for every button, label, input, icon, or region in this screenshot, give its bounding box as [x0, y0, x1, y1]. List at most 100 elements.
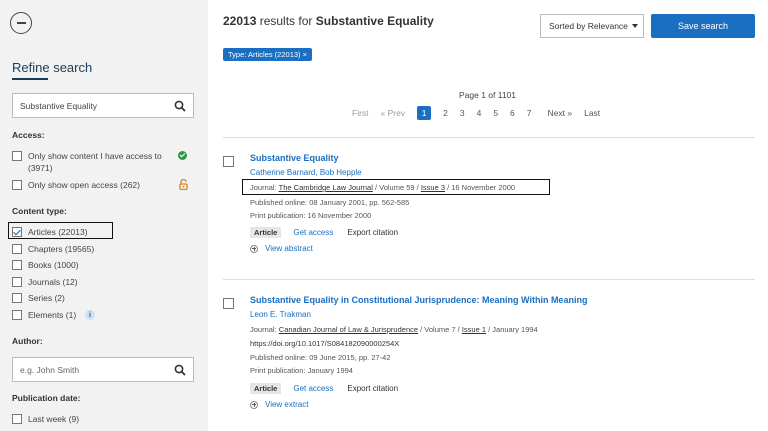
type-badge: Article: [250, 383, 282, 394]
date-text: / January 1994: [486, 325, 538, 334]
result-actions: Article Get access Export citation: [250, 383, 398, 394]
page-indicator: Page 1 of 1101: [458, 90, 517, 100]
chevron-down-icon: [632, 24, 638, 28]
active-filter-tag[interactable]: Type: Articles (22013) ×: [223, 48, 312, 61]
filter-label: Elements (1): [28, 310, 77, 320]
journal-prefix: Journal:: [250, 325, 279, 334]
refine-search-title: Refine search: [12, 60, 93, 75]
filter-label: Chapters (19565): [28, 244, 95, 254]
filter-label: Only show content I have access to (3971): [28, 150, 162, 174]
results-count: 22013: [223, 14, 257, 28]
page-link[interactable]: 6: [510, 108, 515, 118]
filter-label: Only show open access (262): [28, 180, 140, 190]
checkbox[interactable]: [12, 310, 22, 320]
pagination: First « Prev 1 2 3 4 5 6 7 Next » Last: [352, 106, 612, 120]
result-checkbox[interactable]: [223, 298, 234, 309]
filter-series[interactable]: Series (2): [12, 292, 65, 304]
filter-journals[interactable]: Journals (12): [12, 276, 78, 288]
filter-label: Articles (22013): [28, 227, 88, 237]
print-publication: Print publication: 16 November 2000: [250, 211, 372, 220]
checkbox[interactable]: [12, 277, 22, 287]
export-citation-link[interactable]: Export citation: [347, 228, 398, 237]
results-for-text: results for: [256, 14, 316, 28]
filter-label: Last week (9): [28, 414, 80, 424]
first-page-link[interactable]: First: [352, 108, 369, 118]
info-icon[interactable]: i: [85, 310, 95, 320]
plus-circle-icon: [250, 244, 258, 253]
result-authors[interactable]: Catherine Barnard, Bob Hepple: [250, 168, 362, 177]
results-query: Substantive Equality: [315, 14, 434, 28]
filter-last-week[interactable]: Last week (9): [12, 413, 79, 425]
filter-books[interactable]: Books (1000): [12, 259, 79, 271]
page-link[interactable]: 7: [527, 108, 532, 118]
checkbox[interactable]: [12, 180, 22, 190]
result-journal-line: Journal: Canadian Journal of Law & Juris…: [250, 325, 538, 334]
result-authors[interactable]: Leon E. Trakman: [250, 310, 311, 319]
results-heading: 22013 results for Substantive Equality: [223, 14, 434, 28]
page-link[interactable]: 3: [460, 108, 465, 118]
page-link[interactable]: 5: [493, 108, 498, 118]
sort-value: Sorted by Relevance: [549, 21, 628, 31]
export-citation-link[interactable]: Export citation: [347, 384, 398, 393]
filter-open-access[interactable]: Only show open access (262): [12, 179, 140, 191]
filter-label-line1: Only show content I have access to: [28, 151, 162, 161]
checkbox[interactable]: [12, 293, 22, 303]
checkbox[interactable]: [12, 151, 22, 161]
author-placeholder: e.g. John Smith: [20, 364, 80, 375]
publication-date-label: Publication date:: [12, 393, 81, 403]
filter-elements[interactable]: Elements (1): [12, 309, 76, 321]
open-access-lock-icon: [179, 179, 188, 190]
volume-text: / Volume 7 /: [418, 325, 462, 334]
published-online: Published online: 09 June 2015, pp. 27-4…: [250, 353, 391, 362]
content-type-label: Content type:: [12, 206, 67, 216]
result-actions: Article Get access Export citation: [250, 227, 398, 238]
get-access-link[interactable]: Get access: [293, 228, 333, 237]
author-input[interactable]: e.g. John Smith: [12, 357, 194, 382]
result-title-link[interactable]: Substantive Equality in Constitutional J…: [250, 295, 587, 305]
published-online: Published online: 08 January 2001, pp. 5…: [250, 198, 410, 207]
refine-search-value: Substantive Equality: [20, 100, 98, 111]
filter-articles[interactable]: Articles (22013): [12, 226, 88, 238]
print-publication: Print publication: January 1994: [250, 366, 353, 375]
result-title-link[interactable]: Substantive Equality: [250, 153, 339, 163]
collapse-sidebar-icon[interactable]: [10, 12, 32, 34]
result-checkbox[interactable]: [223, 156, 234, 167]
expand-label: View abstract: [265, 244, 313, 253]
sort-select[interactable]: Sorted by Relevance: [540, 14, 644, 38]
filter-label: Journals (12): [28, 277, 78, 287]
search-icon[interactable]: [174, 100, 186, 112]
view-extract-toggle[interactable]: View extract: [250, 400, 308, 409]
plus-circle-icon: [250, 400, 258, 409]
doi-link[interactable]: https://doi.org/10.1017/S084182090000254…: [250, 339, 399, 348]
page-link[interactable]: 4: [477, 108, 482, 118]
last-page-link[interactable]: Last: [584, 108, 600, 118]
filter-access-own[interactable]: Only show content I have access to (3971): [12, 150, 162, 174]
issue-link[interactable]: Issue 1: [462, 325, 486, 334]
access-label: Access:: [12, 130, 45, 140]
filter-label-line2: (3971): [28, 163, 53, 173]
filter-label: Books (1000): [28, 260, 79, 270]
sidebar: Refine search Substantive Equality Acces…: [0, 0, 208, 431]
filter-chapters[interactable]: Chapters (19565): [12, 243, 94, 255]
checkbox-checked[interactable]: [12, 227, 22, 237]
divider: [223, 279, 755, 280]
filter-label: Series (2): [28, 293, 65, 303]
highlight-box: [242, 179, 550, 195]
type-badge: Article: [250, 227, 282, 238]
page-link[interactable]: 2: [443, 108, 448, 118]
checkbox[interactable]: [12, 260, 22, 270]
prev-page-link[interactable]: « Prev: [381, 108, 406, 118]
author-label: Author:: [12, 336, 43, 346]
checkbox[interactable]: [12, 414, 22, 424]
expand-label: View extract: [265, 400, 309, 409]
title-underline: [12, 78, 48, 80]
divider: [223, 137, 755, 138]
get-access-link[interactable]: Get access: [293, 384, 333, 393]
view-abstract-toggle[interactable]: View abstract: [250, 244, 313, 253]
page-link-current[interactable]: 1: [417, 106, 432, 120]
journal-link[interactable]: Canadian Journal of Law & Jurisprudence: [279, 325, 418, 334]
search-icon[interactable]: [174, 364, 186, 376]
save-search-button[interactable]: Save search: [651, 14, 755, 38]
checkbox[interactable]: [12, 244, 22, 254]
next-page-link[interactable]: Next »: [548, 108, 573, 118]
